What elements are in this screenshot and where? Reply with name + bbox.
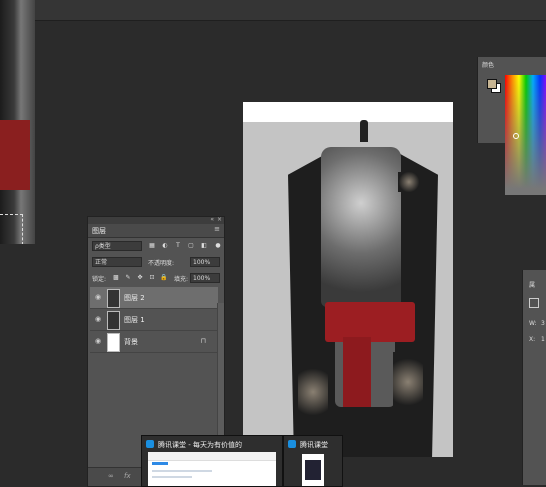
filter-type-label: ρ类型 xyxy=(95,243,111,250)
layer-thumbnail xyxy=(107,289,120,308)
fill-label: 填充: xyxy=(174,276,189,283)
preview-image xyxy=(305,460,321,480)
lock-artboard-icon[interactable]: ⊡ xyxy=(148,274,156,282)
mannequin-neck xyxy=(360,120,368,142)
properties-tab[interactable]: 属 xyxy=(529,280,535,289)
layer-list: ◉ 图层 2 ◉ 图层 1 ◉ 背景 ⊓ xyxy=(90,287,218,357)
layer-row-background[interactable]: ◉ 背景 ⊓ xyxy=(90,331,218,353)
preview-title: 腾讯课堂 - 每天为有价值的 xyxy=(158,441,242,449)
lock-all-icon[interactable]: 🔒 xyxy=(160,274,168,282)
layer-name[interactable]: 图层 2 xyxy=(124,293,145,303)
fill-value: 100% xyxy=(193,275,211,282)
preview-title: 腾讯课堂 xyxy=(300,441,328,449)
eye-icon[interactable]: ◉ xyxy=(95,337,101,345)
double-chevron-icon[interactable]: « xyxy=(210,216,214,223)
layer-row-layer-1[interactable]: ◉ 图层 1 xyxy=(90,309,218,331)
panel-header[interactable]: « × xyxy=(88,216,224,224)
tencent-classroom-icon xyxy=(146,440,154,448)
embroidery-right xyxy=(393,352,423,412)
lock-row: 锁定: ▩ ✎ ✥ ⊡ 🔒 填充: 100% xyxy=(90,273,222,284)
filter-toggle-icon[interactable]: ● xyxy=(214,242,222,250)
opacity-input[interactable]: 100% xyxy=(190,257,220,267)
filter-type-select[interactable]: ρ类型 xyxy=(92,241,142,251)
eye-icon[interactable]: ◉ xyxy=(95,293,101,301)
layer-thumbnail xyxy=(107,311,120,330)
embroidery-left xyxy=(298,362,328,422)
layers-tab[interactable]: 图层 xyxy=(92,226,106,236)
lock-label: 锁定: xyxy=(92,276,107,283)
close-icon[interactable]: × xyxy=(217,216,222,223)
preview-line xyxy=(152,470,212,472)
lock-transparent-icon[interactable]: ▩ xyxy=(112,274,120,282)
fx-icon[interactable]: fx xyxy=(124,472,131,480)
preview-browser-bar xyxy=(148,452,276,461)
width-value[interactable]: 3 xyxy=(541,320,545,327)
taskbar-preview-1[interactable]: 腾讯课堂 - 每天为有价值的 xyxy=(141,435,283,487)
lock-position-icon[interactable]: ✥ xyxy=(136,274,144,282)
preview-thumbnail xyxy=(148,452,276,486)
properties-panel: 属 W: 3 X: 1 xyxy=(522,270,546,485)
hamburger-icon[interactable]: ≡ xyxy=(214,225,220,233)
x-value[interactable]: 1 xyxy=(541,336,545,343)
image-icon xyxy=(529,298,539,308)
red-sash-detail xyxy=(0,120,30,190)
layer-row-layer-2[interactable]: ◉ 图层 2 xyxy=(90,287,218,309)
eye-icon[interactable]: ◉ xyxy=(95,315,101,323)
lock-icon: ⊓ xyxy=(200,337,206,345)
selection-marquee xyxy=(0,214,23,244)
x-label: X: xyxy=(529,336,536,343)
color-panel-tab[interactable]: 颜色 xyxy=(482,60,494,69)
blend-mode-select[interactable]: 正常 xyxy=(92,257,142,267)
preview-thumbnail xyxy=(302,454,324,486)
width-label: W: xyxy=(529,320,537,327)
red-sash xyxy=(325,302,415,342)
foreground-color-swatch[interactable] xyxy=(487,79,497,89)
document-canvas[interactable] xyxy=(243,102,453,457)
opacity-value: 100% xyxy=(193,259,211,266)
layer-name[interactable]: 图层 1 xyxy=(124,315,145,325)
embroidery-shoulder xyxy=(398,172,420,192)
layer-thumbnail xyxy=(107,333,120,352)
preview-line xyxy=(152,476,192,478)
color-panel: 颜色 xyxy=(477,57,546,195)
taskbar-preview-2[interactable]: 腾讯课堂 xyxy=(283,435,343,487)
lock-image-icon[interactable]: ✎ xyxy=(124,274,132,282)
opacity-label: 不透明度: xyxy=(148,260,175,267)
canvas-white-strip xyxy=(243,102,453,122)
tencent-classroom-icon xyxy=(288,440,296,448)
smart-object-filter-icon[interactable]: ◧ xyxy=(200,242,208,250)
adjustment-filter-icon[interactable]: ◐ xyxy=(161,242,169,250)
layer-name[interactable]: 背景 xyxy=(124,337,138,347)
color-picker-cursor[interactable] xyxy=(513,133,519,139)
armor-chestplate xyxy=(321,147,401,307)
red-sash-tail xyxy=(343,337,371,407)
link-layers-icon[interactable]: ∞ xyxy=(108,472,114,480)
layers-tab-row: 图层 ≡ xyxy=(88,224,224,238)
fill-input[interactable]: 100% xyxy=(190,273,220,283)
options-bar xyxy=(0,0,546,21)
preview-accent xyxy=(152,462,168,465)
blend-row: 正常 不透明度: 100% xyxy=(90,257,222,268)
partial-document-view xyxy=(0,0,35,244)
color-spectrum[interactable] xyxy=(505,75,546,195)
type-filter-icon[interactable]: T xyxy=(174,242,182,250)
blend-mode-value: 正常 xyxy=(95,259,108,266)
pixel-filter-icon[interactable]: ▦ xyxy=(148,242,156,250)
filter-row: ρ类型 ▦ ◐ T ▢ ◧ ● xyxy=(90,241,222,252)
shape-filter-icon[interactable]: ▢ xyxy=(187,242,195,250)
